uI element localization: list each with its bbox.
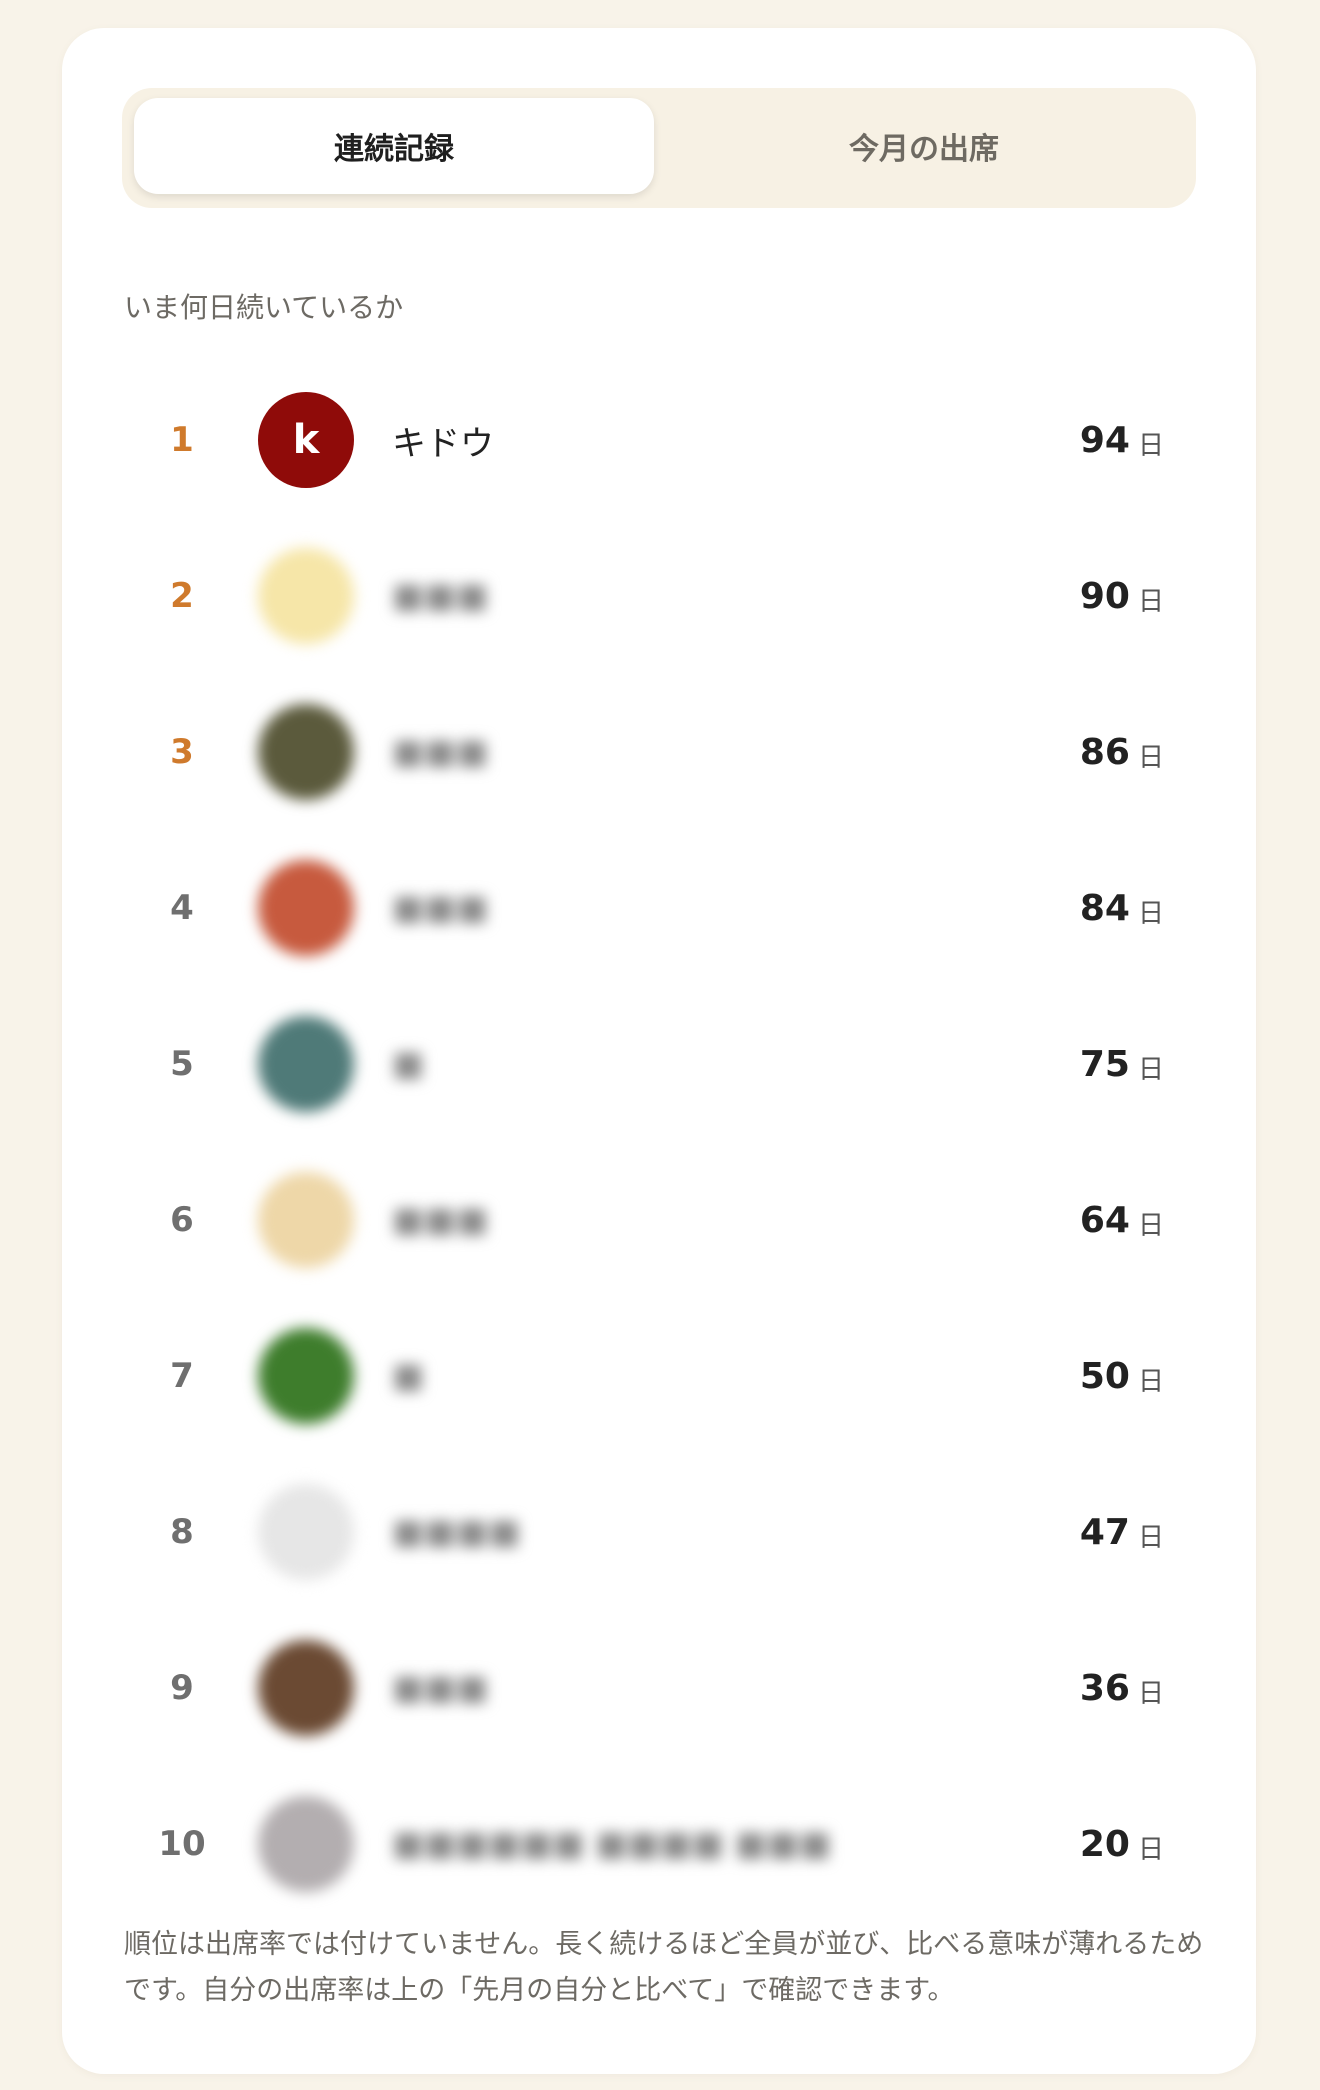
ranking-row[interactable]: 2 ■■■ 90 日 [122, 518, 1196, 674]
streak-days: 64 日 [1080, 1142, 1164, 1298]
days-value: 50 [1079, 1355, 1130, 1397]
avatar [258, 1796, 354, 1892]
streak-days: 36 日 [1080, 1610, 1164, 1766]
segmented-control: 連続記録 今月の出席 [122, 88, 1196, 208]
days-value: 75 [1079, 1043, 1130, 1085]
ranking-row[interactable]: 1 k キドウ 94 日 [122, 362, 1196, 518]
ranking-row[interactable]: 5 ■ 75 日 [122, 986, 1196, 1142]
member-name: キドウ [392, 423, 494, 464]
member-name-hidden: ■■■■ [392, 1512, 521, 1552]
rank-number: 5 [170, 1044, 194, 1084]
rank-number: 2 [170, 576, 194, 616]
avatar [258, 1016, 354, 1112]
member-name-hidden: ■■■■■■ ■■■■ ■■■ [392, 1824, 832, 1864]
rank-number: 1 [170, 420, 194, 460]
ranking-row[interactable]: 8 ■■■■ 47 日 [122, 1454, 1196, 1610]
streak-days: 90 日 [1080, 518, 1164, 674]
days-value: 90 [1079, 575, 1130, 617]
days-unit: 日 [1137, 586, 1164, 617]
days-unit: 日 [1137, 742, 1164, 773]
tab-streak[interactable]: 連続記録 [134, 98, 654, 194]
member-name-hidden: ■■■ [392, 732, 489, 772]
streak-days: 84 日 [1080, 830, 1164, 986]
streak-days: 20 日 [1080, 1766, 1164, 1922]
avatar [258, 1328, 354, 1424]
days-value: 20 [1079, 1823, 1130, 1865]
days-unit: 日 [1137, 1834, 1164, 1865]
days-unit: 日 [1137, 1678, 1164, 1709]
ranking-note: 順位は出席率では付けていません。長く続けるほど全員が並び、比べる意味が薄れるため… [124, 1929, 1204, 2006]
days-value: 86 [1079, 731, 1130, 773]
member-name-hidden: ■■■ [392, 1200, 489, 1240]
ranking-row[interactable]: 10 ■■■■■■ ■■■■ ■■■ 20 日 [122, 1766, 1196, 1922]
days-value: 94 [1079, 419, 1130, 461]
rank-number: 4 [170, 888, 194, 928]
member-name-hidden: ■■■ [392, 1668, 489, 1708]
days-unit: 日 [1137, 1054, 1164, 1085]
days-value: 64 [1079, 1199, 1130, 1241]
streak-days: 86 日 [1080, 674, 1164, 830]
ranking-row[interactable]: 9 ■■■ 36 日 [122, 1610, 1196, 1766]
days-unit: 日 [1137, 898, 1164, 929]
member-name-hidden: ■ [392, 1356, 425, 1396]
rank-number: 6 [170, 1200, 194, 1240]
streak-days: 47 日 [1080, 1454, 1164, 1610]
rank-number: 10 [158, 1824, 206, 1864]
ranking-list: 1 k キドウ 94 日 2 ■■■ 90 日 3 ■■■ 86 日 4 ■■■… [122, 362, 1196, 1922]
rank-number: 7 [170, 1356, 194, 1396]
days-unit: 日 [1137, 1366, 1164, 1397]
member-name-hidden: ■■■ [392, 576, 489, 616]
avatar [258, 860, 354, 956]
rank-number: 3 [170, 732, 194, 772]
avatar [258, 1172, 354, 1268]
days-value: 36 [1079, 1667, 1130, 1709]
tab-monthly-attendance[interactable]: 今月の出席 [664, 98, 1184, 194]
ranking-row[interactable]: 4 ■■■ 84 日 [122, 830, 1196, 986]
member-name-hidden: ■■■ [392, 888, 489, 928]
streak-days: 50 日 [1080, 1298, 1164, 1454]
days-value: 47 [1079, 1511, 1130, 1553]
streak-days: 94 日 [1080, 362, 1164, 518]
avatar [258, 548, 354, 644]
section-subtitle: いま何日続いているか [124, 291, 404, 324]
ranking-row[interactable]: 6 ■■■ 64 日 [122, 1142, 1196, 1298]
ranking-row[interactable]: 3 ■■■ 86 日 [122, 674, 1196, 830]
avatar: k [258, 392, 354, 488]
days-unit: 日 [1137, 1522, 1164, 1553]
streak-days: 75 日 [1080, 986, 1164, 1142]
member-name-hidden: ■ [392, 1044, 425, 1084]
days-value: 84 [1079, 887, 1130, 929]
avatar [258, 704, 354, 800]
ranking-row[interactable]: 7 ■ 50 日 [122, 1298, 1196, 1454]
rank-number: 9 [170, 1668, 194, 1708]
ranking-card: 連続記録 今月の出席 いま何日続いているか 1 k キドウ 94 日 2 ■■■… [62, 28, 1256, 2074]
avatar [258, 1484, 354, 1580]
days-unit: 日 [1137, 430, 1164, 461]
avatar [258, 1640, 354, 1736]
days-unit: 日 [1137, 1210, 1164, 1241]
rank-number: 8 [170, 1512, 194, 1552]
